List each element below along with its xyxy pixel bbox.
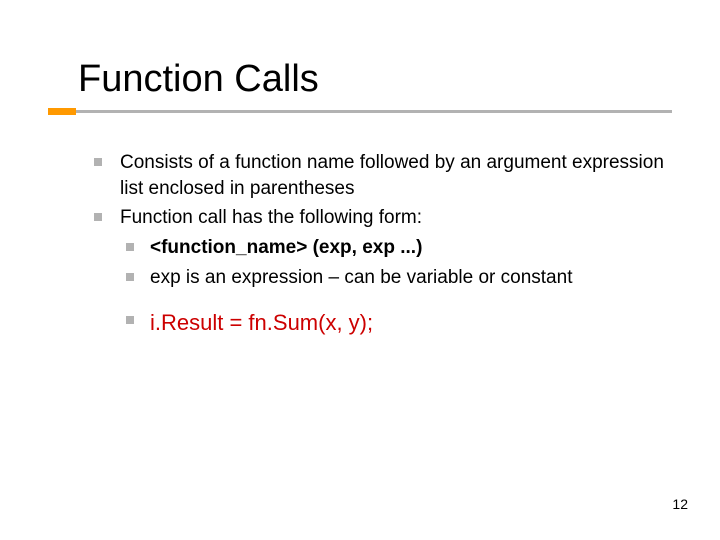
code-example: i.Result = fn.Sum(x, y); (150, 310, 373, 335)
slide-body: Consists of a function name followed by … (90, 150, 680, 342)
bullet-item: Consists of a function name followed by … (90, 150, 680, 201)
page-number: 12 (672, 496, 688, 512)
sub-bullet-item: exp is an expression – can be variable o… (120, 265, 680, 291)
sub-bullet-item: i.Result = fn.Sum(x, y); (120, 308, 680, 338)
slide-title: Function Calls (78, 58, 319, 101)
bullet-item: Function call has the following form: <f… (90, 205, 680, 338)
sub-bullet-item: <function_name> (exp, exp ...) (120, 235, 680, 261)
title-accent (48, 108, 76, 115)
code-syntax: <function_name> (exp, exp ...) (150, 237, 422, 258)
bullet-text: Function call has the following form: (120, 207, 422, 228)
title-underline (48, 110, 672, 113)
